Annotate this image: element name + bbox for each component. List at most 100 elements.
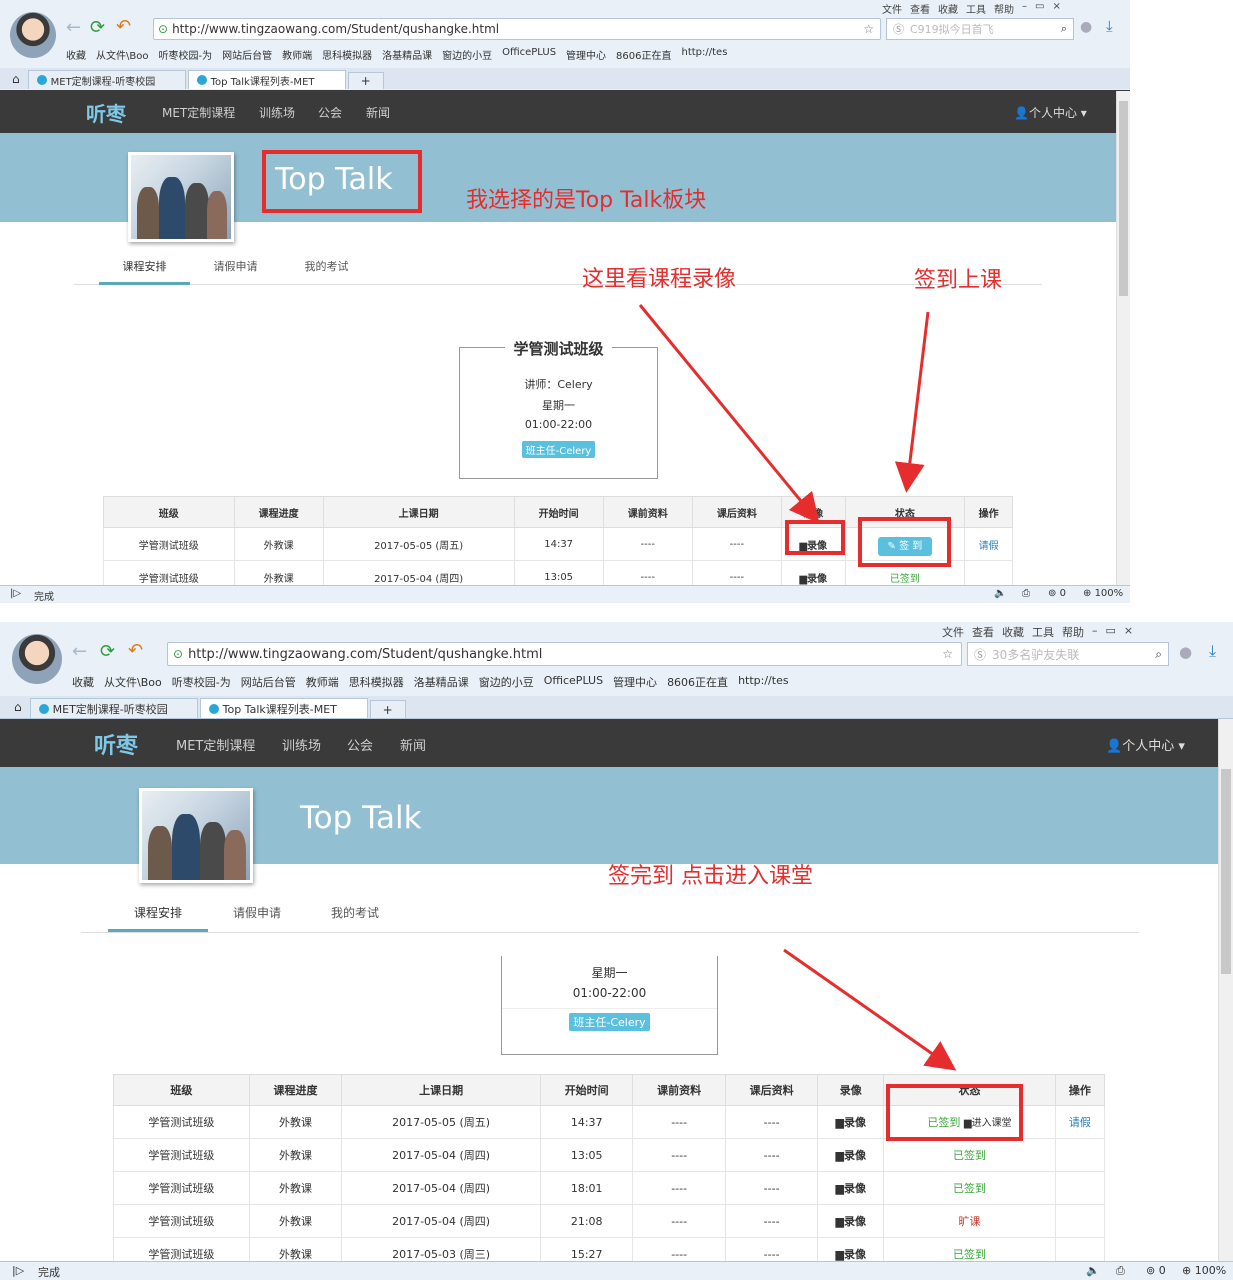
bookmark-item[interactable]: 管理中心 [566,47,606,62]
nav-news[interactable]: 新闻 [400,735,426,754]
bookmark-item[interactable]: 8606正在直 [616,47,671,62]
screenshot-icon[interactable]: ⎙ [1116,1264,1125,1278]
menu-file[interactable]: 文件 [942,624,964,640]
scrollbar-thumb[interactable] [1119,101,1128,296]
new-tab-button[interactable]: + [369,700,406,718]
address-bar[interactable]: ⊙ http://www.tingzaowang.com/Student/qus… [167,642,962,666]
bookmark-item[interactable]: 教师端 [282,47,312,62]
tab-met-courses[interactable]: MET定制课程-听枣校园 [29,698,198,718]
tab-exams[interactable]: 我的考试 [306,904,404,929]
chat-icon[interactable]: ● [1080,19,1092,35]
menu-help[interactable]: 帮助 [994,1,1014,16]
tab-schedule[interactable]: 课程安排 [108,904,208,932]
tab-leave[interactable]: 请假申请 [190,258,281,282]
user-avatar[interactable] [12,634,62,684]
site-logo[interactable]: 听枣 [86,98,126,127]
bookmark-item[interactable]: 8606正在直 [667,674,728,690]
bookmark-item[interactable]: 思科模拟器 [349,674,404,690]
sound-icon[interactable]: 🔈 [994,588,1006,599]
menu-view[interactable]: 查看 [972,624,994,640]
star-icon[interactable]: ☆ [863,22,874,36]
search-input[interactable]: Ⓢ 30多名驴友失联 ⌕ [967,642,1169,666]
nav-news[interactable]: 新闻 [366,104,390,121]
zoom-control[interactable]: ⊕ 100% [1182,1264,1226,1277]
recording-link[interactable]: ▆录像 [836,1149,866,1162]
nav-met[interactable]: MET定制课程 [162,104,235,121]
new-tab-button[interactable]: + [347,72,384,89]
bookmark-item[interactable]: 网站后台管 [222,47,272,62]
nav-training[interactable]: 训练场 [282,735,321,754]
user-center-menu[interactable]: 👤个人中心 ▾ [1106,735,1185,754]
recording-link[interactable]: ▆录像 [799,574,827,585]
tab-met-courses[interactable]: MET定制课程-听枣校园 [27,70,186,89]
scrollbar[interactable] [1116,91,1130,586]
search-icon[interactable]: ⌕ [1061,22,1067,36]
back-icon[interactable]: ← [66,17,81,38]
nav-guild[interactable]: 公会 [347,735,373,754]
user-avatar[interactable] [10,12,56,58]
menu-tools[interactable]: 工具 [966,1,986,16]
download-icon[interactable]: ⤓ [1106,17,1113,35]
close-icon[interactable]: × [1124,624,1133,640]
nav-guild[interactable]: 公会 [318,104,342,121]
tab-toptalk-list[interactable]: Top Talk课程列表-MET [199,698,368,718]
bookmark-item[interactable]: 窗边的小豆 [479,674,534,690]
bookmark-item[interactable]: OfficePLUS [544,674,603,690]
tab-leave[interactable]: 请假申请 [208,904,306,929]
leave-link[interactable]: 请假 [979,541,999,552]
bookmark-item[interactable]: 窗边的小豆 [442,47,492,62]
zoom-control[interactable]: ⊕ 100% [1083,588,1123,599]
minimize-icon[interactable]: – [1022,1,1027,16]
bookmark-item[interactable]: 网站后台管 [241,674,296,690]
tab-schedule[interactable]: 课程安排 [99,258,190,285]
minimize-icon[interactable]: – [1092,624,1098,640]
tab-exams[interactable]: 我的考试 [281,258,372,282]
home-icon[interactable]: ⌂ [14,700,22,714]
nav-met[interactable]: MET定制课程 [176,735,255,754]
menu-view[interactable]: 查看 [910,1,930,16]
card-badge[interactable]: 班主任-Celery [521,441,596,458]
search-input[interactable]: Ⓢ C919拟今日首飞 ⌕ [886,18,1074,40]
user-center-menu[interactable]: 👤个人中心 ▾ [1014,104,1087,121]
tab-toptalk-list[interactable]: Top Talk课程列表-MET [187,70,346,89]
maximize-icon[interactable]: ▭ [1035,1,1044,16]
recording-link[interactable]: ▆录像 [836,1116,866,1129]
menu-help[interactable]: 帮助 [1062,624,1084,640]
site-logo[interactable]: 听枣 [94,728,138,760]
bookmark-item[interactable]: 收藏 [72,674,94,690]
recording-link[interactable]: ▆录像 [836,1215,866,1228]
bookmark-item[interactable]: 教师端 [306,674,339,690]
menu-favorites[interactable]: 收藏 [938,1,958,16]
undo-icon[interactable]: ↶ [128,640,143,661]
back-icon[interactable]: ← [72,641,87,662]
recording-link[interactable]: ▆录像 [836,1248,866,1261]
bookmark-item[interactable]: 从文件\Boo [104,674,162,690]
recording-link[interactable]: ▆录像 [836,1182,866,1195]
bookmark-item[interactable]: 洛基精品课 [382,47,432,62]
star-icon[interactable]: ☆ [942,647,953,661]
refresh-icon[interactable]: ⟳ [100,641,115,662]
home-icon[interactable]: ⌂ [12,72,20,86]
bookmark-item[interactable]: OfficePLUS [502,47,556,62]
leave-link[interactable]: 请假 [1069,1116,1091,1129]
address-bar[interactable]: ⊙ http://www.tingzaowang.com/Student/qus… [153,18,881,40]
scrollbar[interactable] [1218,719,1233,1262]
bookmark-item[interactable]: 听枣校园-为 [158,47,212,62]
screenshot-icon[interactable]: ⎙ [1022,588,1030,599]
bookmark-item[interactable]: 洛基精品课 [414,674,469,690]
download-count[interactable]: ⊚ 0 [1048,588,1066,599]
close-icon[interactable]: × [1052,1,1060,16]
card-badge[interactable]: 班主任-Celery [569,1013,650,1031]
bookmark-item[interactable]: 听枣校园-为 [172,674,231,690]
undo-icon[interactable]: ↶ [116,16,131,37]
bookmark-item[interactable]: 管理中心 [613,674,657,690]
chat-icon[interactable]: ● [1179,643,1192,661]
sound-icon[interactable]: 🔈 [1086,1264,1100,1277]
scrollbar-thumb[interactable] [1221,769,1231,974]
nav-training[interactable]: 训练场 [259,104,295,121]
download-count[interactable]: ⊚ 0 [1146,1264,1166,1277]
bookmark-item[interactable]: 从文件\Boo [96,47,148,62]
refresh-icon[interactable]: ⟳ [90,17,105,38]
maximize-icon[interactable]: ▭ [1106,624,1116,640]
bookmark-item[interactable]: http://tes [682,47,728,62]
